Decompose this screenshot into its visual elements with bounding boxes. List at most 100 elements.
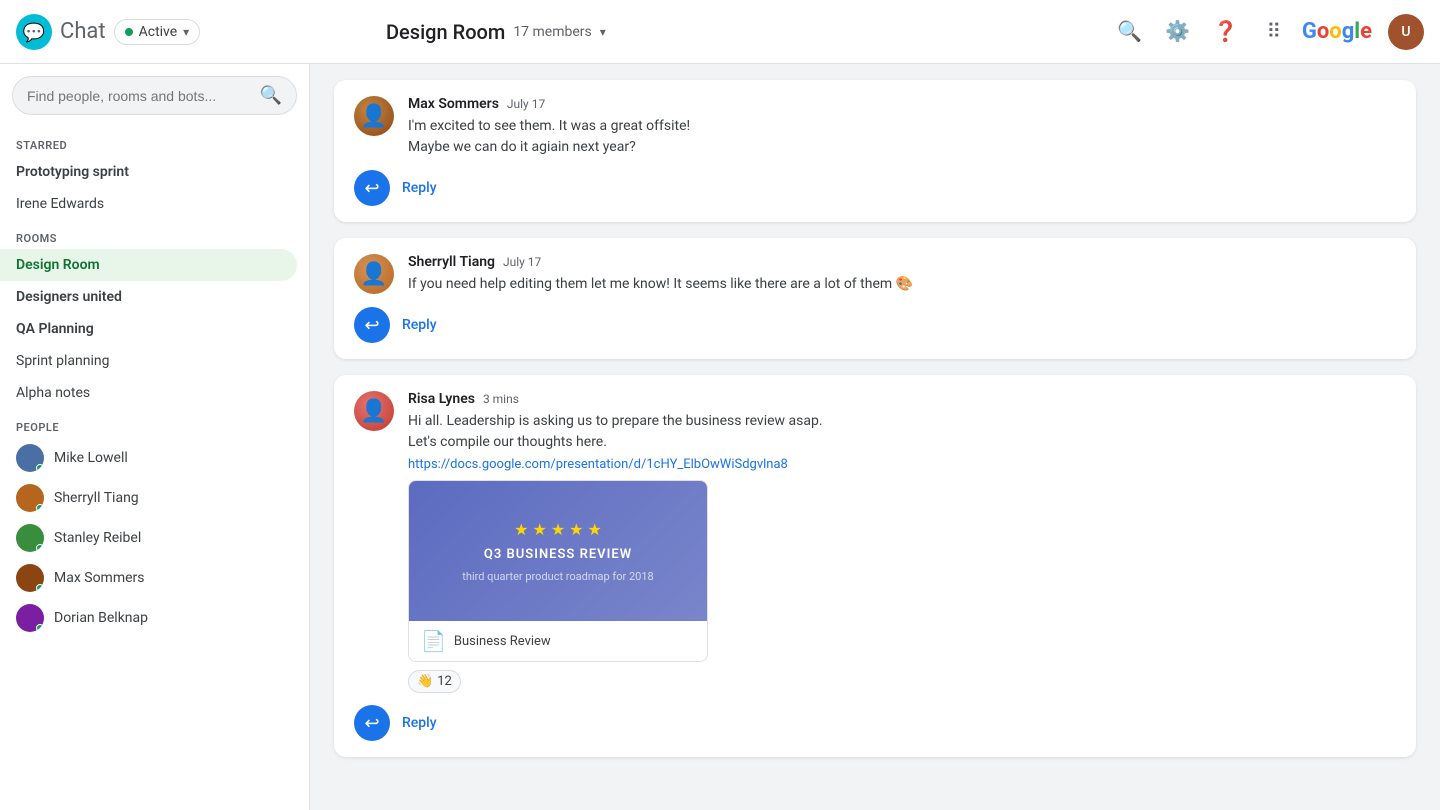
message-header: Risa Lynes 3 mins	[408, 391, 1396, 407]
sidebar-item-sprint-planning[interactable]: Sprint planning	[0, 345, 297, 377]
search-icon: 🔍	[1117, 19, 1142, 44]
reply-row: ↩ Reply	[354, 170, 1396, 206]
main-layout: 🔍 STARRED Prototyping sprint Irene Edwar…	[0, 64, 1440, 810]
link-preview-card[interactable]: ★ ★ ★ ★ ★ Q3 BUSINESS REVIEW third quart…	[408, 480, 708, 662]
apps-button[interactable]: ⠿	[1254, 12, 1294, 52]
message-text: If you need help editing them let me kno…	[408, 274, 1396, 295]
online-indicator	[36, 584, 44, 592]
reply-label[interactable]: Reply	[402, 317, 437, 333]
rooms-section-label: ROOMS	[0, 220, 309, 249]
avatar	[16, 604, 44, 632]
message-time: July 17	[507, 97, 545, 111]
chevron-down-icon: ▾	[183, 25, 189, 39]
google-logo: Google	[1302, 19, 1372, 44]
reply-label[interactable]: Reply	[402, 715, 437, 731]
message-line: Let's compile our thoughts here.	[408, 432, 1396, 453]
message-card: 👤 Max Sommers July 17 I'm excited to see…	[334, 80, 1416, 222]
reaction-emoji: 👋	[417, 674, 433, 689]
search-input[interactable]	[27, 88, 260, 104]
chat-area: 👤 Max Sommers July 17 I'm excited to see…	[310, 64, 1440, 810]
starred-section-label: STARRED	[0, 127, 309, 156]
person-name: Max Sommers	[54, 570, 145, 586]
reply-button[interactable]: ↩	[354, 170, 390, 206]
message-text: I'm excited to see them. It was a great …	[408, 116, 1396, 158]
active-label: Active	[139, 24, 178, 40]
sidebar-item-dorian-belknap[interactable]: Dorian Belknap	[0, 598, 309, 638]
message-time: July 17	[503, 255, 541, 269]
header-icons: 🔍 ⚙️ ❓ ⠿ Google U	[1110, 12, 1424, 52]
sidebar-item-stanley-reibel[interactable]: Stanley Reibel	[0, 518, 309, 558]
sidebar-item-mike-lowell[interactable]: Mike Lowell	[0, 438, 309, 478]
room-title: Design Room	[386, 20, 505, 44]
reply-button[interactable]: ↩	[354, 307, 390, 343]
message-header: Sherryll Tiang July 17	[408, 254, 1396, 270]
link-card-title: Q3 BUSINESS REVIEW	[484, 547, 632, 562]
person-name: Mike Lowell	[54, 450, 128, 466]
message-text: Hi all. Leadership is asking us to prepa…	[408, 411, 1396, 453]
sidebar-item-label: Alpha notes	[16, 385, 281, 401]
avatar	[16, 524, 44, 552]
link-card-subtitle: third quarter product roadmap for 2018	[462, 570, 653, 583]
sidebar-item-designers-united[interactable]: Designers united	[0, 281, 297, 313]
top-header: 💬 Chat Active ▾ Design Room 17 members ▾…	[0, 0, 1440, 64]
online-indicator	[36, 504, 44, 512]
sidebar-item-sherryll-tiang[interactable]: Sherryll Tiang	[0, 478, 309, 518]
avatar-emoji: 👤	[360, 399, 387, 424]
star-icon: ★	[551, 520, 565, 539]
sidebar-item-label: Prototyping sprint	[16, 164, 281, 180]
help-icon: ❓	[1213, 19, 1238, 44]
avatar-initial: U	[1401, 24, 1410, 40]
message-row: 👤 Max Sommers July 17 I'm excited to see…	[354, 96, 1396, 158]
star-icon: ★	[532, 520, 546, 539]
message-link[interactable]: https://docs.google.com/presentation/d/1…	[408, 457, 1396, 472]
avatar-emoji: 👤	[360, 262, 387, 287]
avatar	[16, 444, 44, 472]
sidebar-item-qa-planning[interactable]: QA Planning	[0, 313, 297, 345]
sidebar-item-prototyping-sprint[interactable]: Prototyping sprint	[0, 156, 297, 188]
message-card: 👤 Sherryll Tiang July 17 If you need hel…	[334, 238, 1416, 359]
avatar: 👤	[354, 391, 394, 431]
members-chevron-icon[interactable]: ▾	[600, 25, 606, 39]
message-header: Max Sommers July 17	[408, 96, 1396, 112]
online-indicator	[36, 464, 44, 472]
reply-row: ↩ Reply	[354, 705, 1396, 741]
link-card-file-name: Business Review	[454, 634, 551, 649]
gear-icon: ⚙️	[1165, 19, 1190, 44]
sidebar-item-irene-edwards[interactable]: Irene Edwards	[0, 188, 297, 220]
user-avatar[interactable]: U	[1388, 14, 1424, 50]
members-count: 17 members	[513, 24, 591, 40]
message-line: Maybe we can do it agiain next year?	[408, 137, 1396, 158]
sidebar-item-max-sommers[interactable]: Max Sommers	[0, 558, 309, 598]
sidebar: 🔍 STARRED Prototyping sprint Irene Edwar…	[0, 64, 310, 810]
message-sender: Risa Lynes	[408, 391, 475, 407]
message-sender: Sherryll Tiang	[408, 254, 495, 270]
reply-button[interactable]: ↩	[354, 705, 390, 741]
reply-label[interactable]: Reply	[402, 180, 437, 196]
reaction-count: 12	[437, 674, 452, 689]
svg-text:💬: 💬	[23, 21, 45, 42]
room-header: Design Room 17 members ▾	[326, 20, 1110, 44]
people-section-label: PEOPLE	[0, 409, 309, 438]
message-content: Max Sommers July 17 I'm excited to see t…	[408, 96, 1396, 158]
help-button[interactable]: ❓	[1206, 12, 1246, 52]
sidebar-item-label: Sprint planning	[16, 353, 281, 369]
avatar: 👤	[354, 254, 394, 294]
sidebar-item-design-room[interactable]: Design Room	[0, 249, 297, 281]
link-card-stars: ★ ★ ★ ★ ★	[514, 520, 602, 539]
sidebar-item-label: Irene Edwards	[16, 196, 281, 212]
sidebar-item-alpha-notes[interactable]: Alpha notes	[0, 377, 297, 409]
reply-row: ↩ Reply	[354, 307, 1396, 343]
active-dot	[125, 28, 133, 36]
logo-area: 💬 Chat Active ▾	[16, 14, 326, 50]
message-line: If you need help editing them let me kno…	[408, 274, 1396, 295]
person-name: Stanley Reibel	[54, 530, 141, 546]
search-button[interactable]: 🔍	[1110, 12, 1150, 52]
message-time: 3 mins	[483, 392, 519, 406]
active-status-badge[interactable]: Active ▾	[114, 19, 201, 45]
message-sender: Max Sommers	[408, 96, 499, 112]
search-bar[interactable]: 🔍	[12, 76, 297, 115]
reaction-button[interactable]: 👋 12	[408, 670, 461, 693]
settings-button[interactable]: ⚙️	[1158, 12, 1198, 52]
search-icon: 🔍	[260, 85, 282, 106]
avatar	[16, 484, 44, 512]
